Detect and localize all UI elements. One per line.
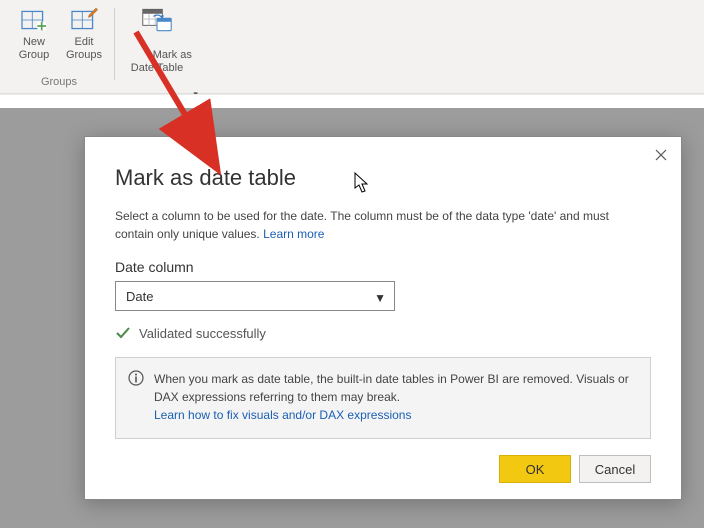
mark-as-date-table-label: Mark as Date Table ▾ [122,36,192,101]
edit-groups-button[interactable]: Edit Groups [60,4,108,64]
ribbon-group-title-groups: Groups [41,76,77,90]
ok-button[interactable]: OK [499,455,571,483]
dialog-description: Select a column to be used for the date.… [115,207,651,243]
date-column-value: Date [126,289,153,304]
content-shelf [0,94,704,108]
info-text: When you mark as date table, the built-i… [154,372,629,404]
chevron-down-icon: ▼ [374,291,386,305]
validation-row: Validated successfully [115,325,651,341]
close-icon [655,149,667,161]
date-column-label: Date column [115,259,651,275]
date-table-icon [141,6,173,34]
mark-as-date-table-button[interactable]: Mark as Date Table ▾ [121,4,193,103]
edit-groups-label: Edit Groups [66,36,102,62]
info-icon [128,370,144,386]
ribbon: New Group Edit Groups Groups [0,0,704,94]
mark-as-date-table-dialog: Mark as date table Select a column to be… [84,136,682,500]
edit-groups-icon [68,6,100,34]
new-group-icon [18,6,50,34]
info-link[interactable]: Learn how to fix visuals and/or DAX expr… [154,408,411,422]
validation-message: Validated successfully [139,326,266,341]
info-box: When you mark as date table, the built-i… [115,357,651,439]
dialog-title: Mark as date table [115,165,651,191]
new-group-button[interactable]: New Group [10,4,58,64]
learn-more-link[interactable]: Learn more [263,227,324,241]
cancel-button[interactable]: Cancel [579,455,651,483]
ribbon-separator [114,8,115,80]
new-group-label: New Group [19,36,50,62]
ribbon-group-calendars: Mark as Date Table ▾ Calendars [117,4,197,90]
ribbon-group-groups: New Group Edit Groups Groups [6,4,112,90]
close-button[interactable] [649,143,673,167]
checkmark-icon [115,325,131,341]
date-column-select[interactable]: Date ▼ [115,281,395,311]
dialog-button-row: OK Cancel [115,455,651,483]
